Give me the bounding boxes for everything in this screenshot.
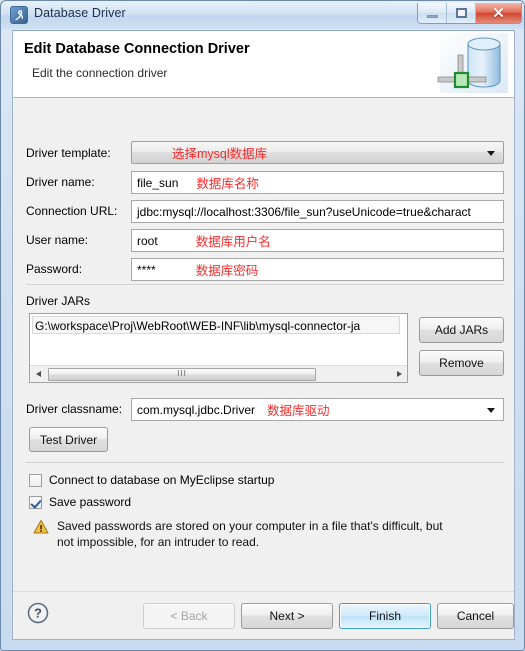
page-title: Edit Database Connection Driver (24, 41, 250, 57)
finish-button-label: Finish (368, 609, 401, 623)
svg-text:?: ? (34, 606, 42, 621)
minimize-button[interactable] (418, 3, 447, 23)
connect-on-startup-checkbox-row[interactable]: Connect to database on MyEclipse startup (29, 473, 274, 487)
title-bar[interactable]: Database Driver ✕ (1, 1, 524, 29)
user-name-label: User name: (26, 233, 89, 247)
finish-button[interactable]: Finish (339, 603, 431, 629)
driver-name-value: file_sun (137, 175, 179, 190)
dialog-button-bar: ? < Back Next > Finish Cancel (13, 591, 514, 639)
close-icon: ✕ (492, 4, 505, 22)
save-password-checkbox[interactable] (29, 495, 42, 509)
save-password-checkbox-row[interactable]: Save password (29, 495, 131, 509)
window-controls: ✕ (417, 3, 522, 24)
driver-classname-label: Driver classname: (26, 402, 123, 416)
driver-template-label: Driver template: (26, 146, 111, 160)
save-password-label: Save password (49, 495, 132, 509)
minimize-icon (426, 15, 438, 18)
driver-name-annotation: 数据库名称 (196, 177, 259, 191)
driver-jars-list[interactable]: G:\workspace\Proj\WebRoot\WEB-INF\lib\my… (29, 313, 408, 383)
back-button-label: < Back (170, 609, 208, 623)
driver-template-combo[interactable]: 选择mysql数据库 (131, 141, 504, 164)
password-warning: Saved passwords are stored on your compu… (33, 518, 452, 550)
driver-template-annotation: 选择mysql数据库 (172, 147, 268, 161)
connect-on-startup-label: Connect to database on MyEclipse startup (49, 473, 275, 487)
password-label: Password: (26, 262, 83, 276)
warning-triangle-icon (33, 519, 49, 535)
divider-above-jars (26, 284, 504, 285)
database-driver-dialog: Database Driver ✕ Edit Database Connecti… (0, 0, 525, 651)
horizontal-scrollbar[interactable]: III (30, 365, 407, 382)
list-item[interactable]: G:\workspace\Proj\WebRoot\WEB-INF\lib\my… (32, 316, 400, 334)
scroll-thumb[interactable]: III (48, 367, 316, 381)
connection-url-input[interactable]: jdbc:mysql://localhost:3306/file_sun?use… (131, 200, 504, 223)
connect-on-startup-checkbox[interactable] (29, 473, 42, 487)
add-jars-button[interactable]: Add JARs (419, 317, 504, 343)
scroll-left-arrow-icon[interactable] (30, 367, 46, 382)
database-cylinder-icon (430, 33, 508, 95)
scroll-thumb-grip: III (177, 369, 187, 378)
connection-url-value: jdbc:mysql://localhost:3306/file_sun?use… (137, 204, 471, 219)
user-name-input[interactable]: root 数据库用户名 (131, 229, 504, 252)
test-driver-button[interactable]: Test Driver (29, 427, 108, 452)
chevron-down-icon (487, 150, 495, 156)
password-annotation: 数据库密码 (195, 264, 259, 278)
password-input[interactable]: **** 数据库密码 (131, 258, 504, 281)
driver-classname-annotation: 数据库驱动 (267, 404, 330, 418)
maximize-icon (455, 8, 467, 18)
driver-name-label: Driver name: (26, 175, 95, 189)
next-button[interactable]: Next > (241, 603, 333, 629)
driver-classname-value: com.mysql.jdbc.Driver (137, 402, 256, 417)
user-name-value: root (137, 233, 158, 248)
password-warning-text: Saved passwords are stored on your compu… (57, 519, 443, 549)
driver-name-input[interactable]: file_sun 数据库名称 (131, 171, 504, 194)
page-subtitle: Edit the connection driver (32, 66, 168, 80)
dialog-header-banner: Edit Database Connection Driver Edit the… (13, 31, 514, 98)
dialog-client-area: Edit Database Connection Driver Edit the… (12, 30, 515, 640)
maximize-button[interactable] (447, 3, 476, 23)
password-value: **** (137, 262, 156, 277)
connection-url-label: Connection URL: (26, 204, 118, 218)
remove-jar-button[interactable]: Remove (419, 350, 504, 376)
driver-classname-combo[interactable]: com.mysql.jdbc.Driver 数据库驱动 (131, 398, 504, 421)
chevron-down-icon (487, 407, 495, 413)
database-driver-icon (10, 6, 28, 24)
help-question-icon[interactable]: ? (26, 601, 50, 625)
driver-jars-section-label: Driver JARs (26, 294, 91, 308)
window-title: Database Driver (34, 6, 126, 20)
scroll-track[interactable]: III (46, 367, 391, 382)
user-name-annotation: 数据库用户名 (195, 235, 271, 249)
divider-above-options (26, 462, 504, 463)
close-button[interactable]: ✕ (476, 3, 521, 23)
back-button: < Back (143, 603, 235, 629)
scroll-right-arrow-icon[interactable] (391, 367, 407, 382)
cancel-button[interactable]: Cancel (437, 603, 514, 629)
cancel-button-label: Cancel (456, 609, 495, 623)
next-button-label: Next > (269, 609, 305, 623)
